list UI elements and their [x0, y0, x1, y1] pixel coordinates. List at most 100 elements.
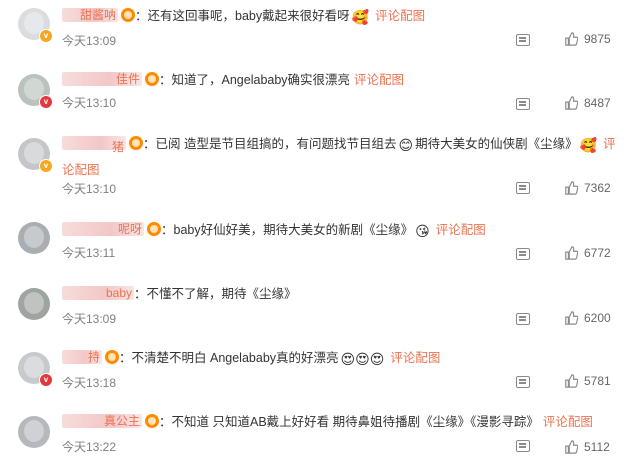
avatar[interactable] [18, 416, 50, 448]
thumbs-up-icon [565, 181, 578, 195]
comment-image-link[interactable]: 评论配图 [436, 223, 486, 237]
verified-badge-icon: v [39, 159, 53, 173]
reply-icon[interactable] [516, 376, 530, 388]
thumbs-up-icon [565, 246, 578, 260]
vip-crown-icon [129, 136, 143, 150]
comment-item: v 猪：已阅 造型是节目组搞的，有问题找节目组去 😊 期待大美女的仙侠剧《尘缘》 🥰 评… [0, 130, 635, 200]
comment-text: 不清楚不明白 Angelababy真的好漂亮 [131, 351, 339, 365]
comment-item: v 佳件 ：知道了，Angelababy确实很漂亮 评论配图 今天13:10 848… [0, 66, 635, 121]
reply-icon[interactable] [516, 440, 530, 452]
avatar[interactable]: v [18, 8, 53, 43]
verified-badge-icon: v [39, 95, 53, 109]
comment-line: 佳件 ：知道了，Angelababy确实很漂亮 评论配图 [62, 72, 404, 88]
colon: ： [143, 137, 156, 151]
username[interactable]: 呢呀 [62, 222, 144, 236]
like-button[interactable]: 6772 [564, 246, 611, 260]
reply-icon[interactable] [516, 313, 530, 325]
thumbs-up-icon [565, 440, 578, 454]
comment-time: 今天13:10 [62, 182, 117, 196]
vip-crown-icon [147, 222, 161, 236]
emoji-icon: 😍😍😍 [340, 351, 385, 367]
username[interactable]: 真公主 [62, 414, 142, 428]
comment-text: 知道了，Angelababy确实很漂亮 [171, 73, 351, 87]
avatar-image [18, 288, 50, 320]
comment-time: 今天13:09 [62, 34, 117, 48]
username[interactable]: 佳件 [62, 72, 142, 86]
reply-icon[interactable] [516, 98, 530, 110]
avatar[interactable]: v [18, 352, 53, 387]
like-button[interactable]: 7362 [564, 181, 611, 195]
comment-line: 甜酱呐 ：还有这回事呢，baby戴起来很好看呀 🥰 评论配图 [62, 8, 425, 25]
vip-crown-icon [145, 72, 159, 86]
username[interactable]: 持 [62, 350, 102, 364]
comment-item: baby ：不懂不了解，期待《尘缘》 今天13:09 6200 [0, 280, 635, 335]
vip-crown-icon [105, 350, 119, 364]
avatar[interactable]: v [18, 138, 53, 173]
reply-icon[interactable] [516, 34, 530, 46]
comment-image-link[interactable]: 评论配图 [390, 351, 440, 365]
comment-item: v 持 ：不清楚不明白 Angelababy真的好漂亮 😍😍😍 评论配图 今天13:1… [0, 344, 635, 399]
comment-image-link[interactable]: 评论配图 [543, 415, 593, 429]
like-count: 8487 [584, 96, 611, 110]
emoji-icon: 😊 [398, 137, 414, 153]
thumbs-up-icon [565, 32, 578, 46]
comment-image-link[interactable]: 评论配图 [354, 73, 404, 87]
thumbs-up-icon [565, 374, 578, 388]
avatar[interactable] [18, 288, 50, 320]
emoji-icon: 🥰 [579, 137, 598, 153]
like-count: 5781 [584, 374, 611, 388]
thumbs-up-icon [565, 96, 578, 110]
username[interactable]: baby [62, 286, 134, 300]
like-button[interactable]: 5112 [564, 440, 610, 454]
like-button[interactable]: 9875 [564, 32, 611, 46]
like-button[interactable]: 8487 [564, 96, 611, 110]
comment-text: 已阅 造型是节目组搞的，有问题找节目组去 [155, 137, 397, 151]
reply-icon[interactable] [516, 182, 530, 194]
avatar-image [18, 416, 50, 448]
comment-line: 持 ：不清楚不明白 Angelababy真的好漂亮 😍😍😍 评论配图 [62, 350, 440, 367]
like-count: 5112 [584, 440, 610, 454]
colon: ： [134, 287, 147, 301]
username[interactable]: 猪 [62, 136, 126, 154]
avatar[interactable] [18, 222, 50, 254]
colon: ： [135, 9, 148, 23]
colon: ： [119, 351, 132, 365]
colon: ： [159, 415, 172, 429]
like-button[interactable]: 6200 [564, 311, 611, 325]
comment-text: 不懂不了解，期待《尘缘》 [146, 287, 297, 301]
emoji-icon: 🥰 [351, 9, 370, 25]
comment-line: 真公主 ：不知道 只知道AB戴上好好看 期待鼻姐待播剧《尘缘》《漫影寻踪》 评论配图 [62, 414, 593, 430]
comment-time: 今天13:09 [62, 312, 117, 326]
comment-time: 今天13:11 [62, 246, 116, 260]
comment-image-link[interactable]: 评论配图 [375, 9, 425, 23]
comment-text: baby好仙好美，期待大美女的新剧《尘缘》 [173, 223, 414, 237]
thumbs-up-icon [565, 311, 578, 325]
comment-text: 不知道 只知道AB戴上好好看 期待鼻姐待播剧《尘缘》《漫影寻踪》 [171, 415, 539, 429]
like-button[interactable]: 5781 [564, 374, 611, 388]
comment-text-continued: 期待大美女的仙侠剧《尘缘》 [415, 137, 578, 151]
comment-time: 今天13:18 [62, 376, 117, 390]
vip-crown-icon [145, 414, 159, 428]
like-count: 6772 [584, 246, 611, 260]
comment-text: 还有这回事呢，baby戴起来很好看呀 [147, 9, 350, 23]
avatar-image [18, 222, 50, 254]
comment-item: 真公主 ：不知道 只知道AB戴上好好看 期待鼻姐待播剧《尘缘》《漫影寻踪》 评论配图… [0, 408, 635, 465]
colon: ： [161, 223, 174, 237]
colon: ： [159, 73, 172, 87]
reply-icon[interactable] [516, 248, 530, 260]
avatar[interactable]: v [18, 74, 53, 109]
comment-time: 今天13:22 [62, 440, 117, 454]
verified-badge-icon: v [39, 373, 53, 387]
vip-crown-icon [121, 8, 135, 22]
comment-item: v 甜酱呐 ：还有这回事呢，baby戴起来很好看呀 🥰 评论配图 今天13:09 98… [0, 0, 635, 55]
comment-line: 呢呀 ：baby好仙好美，期待大美女的新剧《尘缘》 😘 评论配图 [62, 222, 486, 239]
comment-line: 猪：已阅 造型是节目组搞的，有问题找节目组去 😊 期待大美女的仙侠剧《尘缘》 🥰 评论配… [62, 132, 617, 183]
like-count: 6200 [584, 311, 611, 325]
comment-time: 今天13:10 [62, 96, 117, 110]
comment-line: baby ：不懂不了解，期待《尘缘》 [62, 286, 297, 302]
verified-badge-icon: v [39, 29, 53, 43]
comment-item: 呢呀 ：baby好仙好美，期待大美女的新剧《尘缘》 😘 评论配图 今天13:11 67… [0, 214, 635, 269]
emoji-icon: 😘 [415, 223, 430, 239]
like-count: 7362 [584, 181, 611, 195]
username[interactable]: 甜酱呐 [62, 8, 118, 22]
